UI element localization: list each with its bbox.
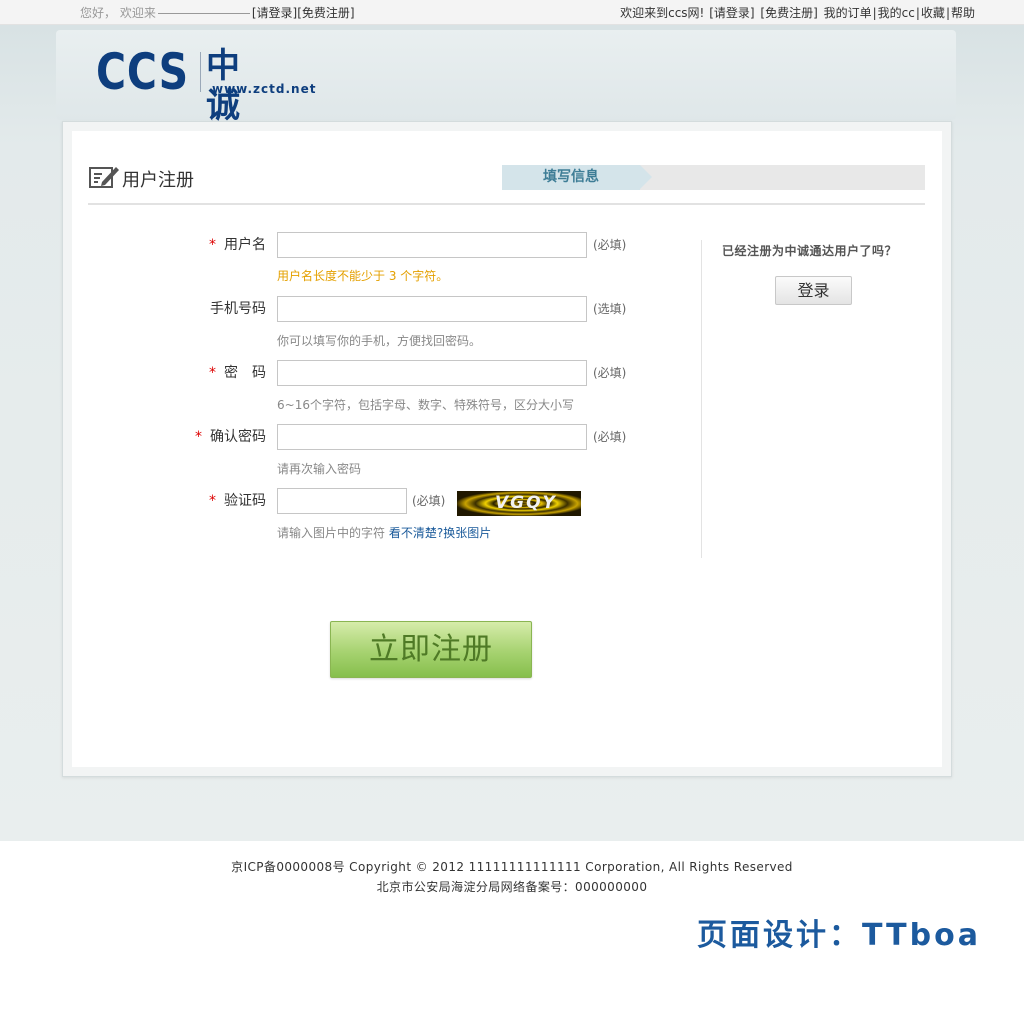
site-welcome-text: 欢迎来到ccs网! <box>620 6 705 20</box>
login-link[interactable]: [请登录] <box>252 6 297 20</box>
captcha-input[interactable] <box>277 488 407 514</box>
separator: | <box>872 6 877 20</box>
top-bar-left: 您好， 欢迎来 [请登录][免费注册] <box>80 4 355 21</box>
step-arrow <box>640 165 652 189</box>
welcome-text: 欢迎来 <box>119 6 156 20</box>
captcha-label-text: 验证码 <box>224 493 266 509</box>
logo-url: www.zctd.net <box>212 82 317 96</box>
password-label: * 密 码 <box>106 360 266 386</box>
progress-steps: 填写信息 <box>502 165 925 190</box>
separator: | <box>945 6 950 20</box>
title-divider <box>88 203 925 205</box>
required-mark: * <box>209 237 216 253</box>
confirm-required-tag: (必填) <box>593 430 627 444</box>
footer-record: 北京市公安局海淀分局网络备案号：000000000 <box>376 880 648 894</box>
captcha-hint: 请输入图片中的字符 看不清楚?换张图片 <box>277 524 491 541</box>
confirm-label: * 确认密码 <box>106 424 266 450</box>
logo-abbr: CCS <box>96 43 189 101</box>
already-registered-text: 已经注册为中诚通达用户了吗？ <box>722 244 898 258</box>
designer-credit: 页面设计：TTboa <box>697 918 981 953</box>
captcha-hint-text: 请输入图片中的字符 <box>277 526 386 540</box>
phone-label: 手机号码 <box>210 301 266 317</box>
password-input[interactable] <box>277 360 587 386</box>
phone-hint: 你可以填写你的手机，方便找回密码。 <box>277 334 482 348</box>
username-label-text: 用户名 <box>224 237 266 253</box>
username-hint: 用户名长度不能少于 3 个字符。 <box>277 269 449 283</box>
phone-optional-tag: (选填) <box>593 302 627 316</box>
help-link[interactable]: 帮助 <box>951 6 975 20</box>
password-label-text: 密 码 <box>224 365 266 381</box>
divider <box>157 13 250 14</box>
favorites-link[interactable]: 收藏 <box>921 6 945 20</box>
password-required-tag: (必填) <box>593 366 627 380</box>
page-title-text: 用户注册 <box>122 170 194 191</box>
username-input[interactable] <box>277 232 587 258</box>
password-row: * 密 码 (必填) <box>0 360 700 388</box>
captcha-unclear-link[interactable]: 看不清楚? <box>389 526 443 540</box>
captcha-refresh-link[interactable]: 换张图片 <box>443 526 491 540</box>
username-row: * 用户名 (必填) <box>0 232 700 260</box>
top-bar-right: 欢迎来到ccs网! [请登录] [免费注册] 我的订单|我的cc|收藏|帮助 <box>620 4 976 21</box>
register-link[interactable]: [免费注册] <box>297 6 354 20</box>
step-fill-info: 填写信息 <box>502 165 640 190</box>
confirm-label-text: 确认密码 <box>210 429 266 445</box>
required-mark: * <box>209 493 216 509</box>
logo-divider <box>200 52 201 92</box>
password-hint: 6~16个字符，包括字母、数字、特殊符号，区分大小写 <box>277 398 574 412</box>
greeting-text: 您好， <box>80 6 117 20</box>
username-required-tag: (必填) <box>593 238 627 252</box>
top-login-link[interactable]: [请登录] <box>709 6 754 20</box>
separator: | <box>915 6 920 20</box>
my-orders-link[interactable]: 我的订单 <box>824 6 872 20</box>
phone-input[interactable] <box>277 296 587 322</box>
captcha-image[interactable]: VGQY <box>457 491 581 516</box>
confirm-password-input[interactable] <box>277 424 587 450</box>
footer-copyright: 京ICP备0000008号 Copyright © 2012 111111111… <box>231 860 793 874</box>
captcha-required-tag: (必填) <box>412 494 446 508</box>
confirm-row: * 确认密码 (必填) <box>0 424 700 452</box>
required-mark: * <box>195 429 202 445</box>
required-mark: * <box>209 365 216 381</box>
top-register-link[interactable]: [免费注册] <box>760 6 817 20</box>
username-label: * 用户名 <box>106 232 266 258</box>
top-bar: 您好， 欢迎来 [请登录][免费注册] 欢迎来到ccs网! [请登录] [免费注册… <box>0 0 1024 25</box>
phone-row: 手机号码 (选填) <box>0 296 700 324</box>
header-band <box>56 30 956 120</box>
captcha-image-text: VGQY <box>495 493 557 513</box>
login-button[interactable]: 登录 <box>775 276 852 305</box>
register-submit-button[interactable]: 立即注册 <box>330 621 532 678</box>
my-cc-link[interactable]: 我的cc <box>878 6 915 20</box>
confirm-hint: 请再次输入密码 <box>277 462 362 476</box>
sidebar-divider <box>701 240 702 558</box>
captcha-row: * 验证码 (必填) <box>0 488 700 516</box>
captcha-label: * 验证码 <box>106 488 266 514</box>
edit-form-icon <box>89 167 119 188</box>
